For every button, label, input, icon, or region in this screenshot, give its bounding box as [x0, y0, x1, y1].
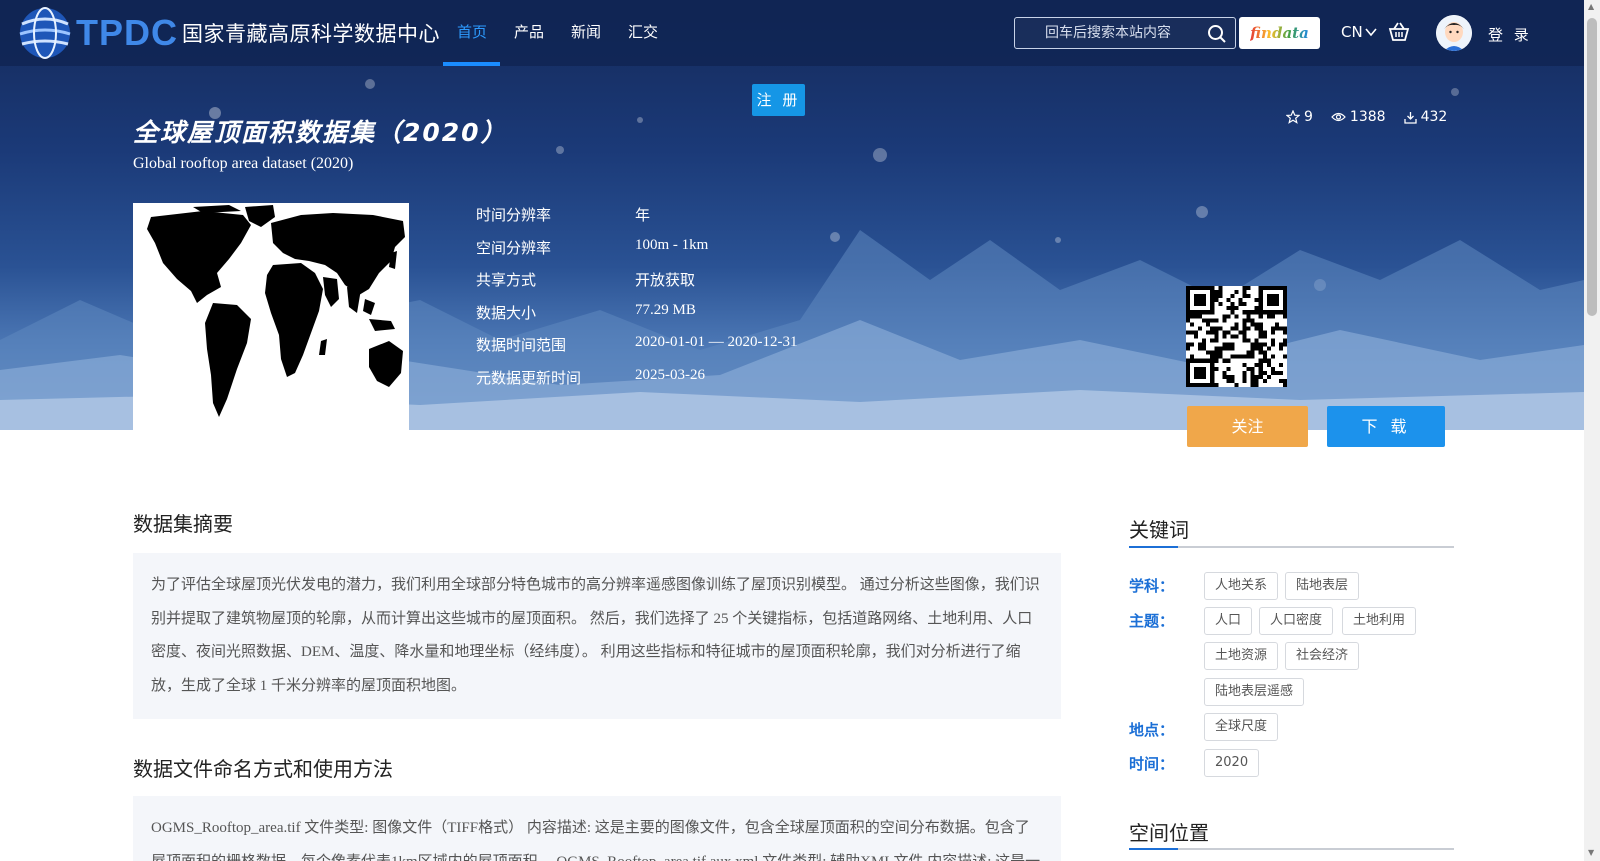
login-link[interactable]: 登 录 — [1488, 24, 1532, 45]
nav-item-submit[interactable]: 汇交 — [628, 21, 658, 42]
location-heading: 空间位置 — [1129, 821, 1209, 845]
basket-icon[interactable] — [1388, 22, 1410, 42]
nav-item-news[interactable]: 新闻 — [571, 21, 601, 42]
file-naming-heading: 数据文件命名方式和使用方法 — [133, 757, 393, 781]
downloads-count: 432 — [1420, 109, 1448, 125]
metadata-value: 开放获取 — [635, 273, 696, 290]
avatar[interactable] — [1436, 15, 1472, 51]
nav-item-products[interactable]: 产品 — [514, 21, 544, 42]
metadata-key: 元数据更新时间 — [476, 368, 582, 387]
abstract-box: 为了评估全球屋顶光伏发电的潜力，我们利用全球部分特色城市的高分辨率遥感图像训练了… — [133, 553, 1061, 719]
register-button[interactable]: 注 册 — [752, 84, 805, 116]
dataset-thumbnail[interactable] — [133, 203, 409, 431]
keyword-tag[interactable]: 陆地表层遥感 — [1204, 678, 1305, 706]
page-scrollbar[interactable]: ▲ ▼ — [1584, 0, 1600, 861]
scroll-up-arrow-icon[interactable]: ▲ — [1588, 2, 1594, 11]
world-map-image — [133, 203, 409, 431]
keywords-divider — [1129, 546, 1454, 548]
scrollbar-thumb[interactable] — [1587, 18, 1597, 316]
search-icon[interactable] — [1207, 24, 1227, 44]
views-stat: 1388 — [1331, 109, 1386, 125]
abstract-text: 为了评估全球屋顶光伏发电的潜力，我们利用全球部分特色城市的高分辨率遥感图像训练了… — [151, 577, 1040, 694]
nav-item-home[interactable]: 首页 — [457, 21, 487, 42]
metadata-key: 空间分辨率 — [476, 238, 552, 257]
keyword-tag[interactable]: 人口密度 — [1259, 607, 1334, 635]
star-icon — [1286, 110, 1300, 124]
file-naming-text: OGMS_Rooftop_area.tif 文件类型: 图像文件（TIFF格式）… — [151, 820, 1040, 861]
keywords-heading: 关键词 — [1129, 518, 1189, 542]
findata-label: findata — [1250, 24, 1309, 42]
metadata-value: 2020-01-01 — 2020-12-31 — [635, 334, 798, 351]
download-button[interactable]: 下 载 — [1327, 406, 1445, 447]
follow-button[interactable]: 关注 — [1187, 406, 1308, 447]
metadata-value: 年 — [635, 208, 651, 224]
site-logo[interactable]: TPDC 国家青藏高原科学数据中心 — [16, 4, 440, 62]
keyword-tag[interactable]: 人地关系 — [1204, 572, 1279, 600]
top-navigation: TPDC 国家青藏高原科学数据中心 首页 产品 新闻 汇交 findata CN — [0, 0, 1584, 66]
stars-count: 9 — [1304, 109, 1313, 125]
logo-name: 国家青藏高原科学数据中心 — [182, 22, 440, 46]
download-icon — [1403, 111, 1417, 124]
metadata-value: 100m - 1km — [635, 236, 709, 253]
keyword-group-label: 主题： — [1129, 612, 1175, 630]
keyword-tag[interactable]: 人口 — [1204, 607, 1253, 635]
qr-code — [1186, 286, 1287, 387]
user-avatar-icon — [1436, 15, 1472, 51]
downloads-stat: 432 — [1403, 109, 1448, 125]
nav-active-indicator — [443, 62, 500, 66]
metadata-value: 2025-03-26 — [635, 366, 705, 383]
search-input[interactable] — [1015, 18, 1205, 48]
findata-button[interactable]: findata — [1239, 17, 1320, 49]
stars-stat[interactable]: 9 — [1286, 109, 1313, 125]
scroll-down-arrow-icon[interactable]: ▼ — [1588, 848, 1594, 857]
metadata-value: 77.29 MB — [635, 301, 696, 318]
keyword-group-label: 学科： — [1129, 577, 1175, 595]
keyword-tag[interactable]: 土地资源 — [1204, 642, 1279, 670]
keyword-group-label: 地点： — [1129, 721, 1175, 739]
chevron-down-icon — [1365, 28, 1377, 37]
language-switcher[interactable]: CN — [1341, 23, 1377, 41]
language-label: CN — [1341, 23, 1363, 41]
metadata-key: 数据大小 — [476, 303, 537, 322]
location-divider — [1129, 848, 1454, 850]
views-count: 1388 — [1349, 109, 1386, 125]
dataset-title-en: Global rooftop area dataset (2020) — [133, 155, 354, 172]
keyword-tag[interactable]: 土地利用 — [1342, 607, 1417, 635]
file-naming-box: OGMS_Rooftop_area.tif 文件类型: 图像文件（TIFF格式）… — [133, 796, 1061, 861]
keyword-group-label: 时间： — [1129, 755, 1175, 773]
logo-abbreviation: TPDC — [76, 12, 178, 53]
dataset-stats: 9 1388 432 — [1286, 109, 1447, 125]
eye-icon — [1331, 112, 1346, 122]
metadata-key: 共享方式 — [476, 271, 537, 290]
keyword-tag[interactable]: 社会经济 — [1285, 642, 1360, 670]
metadata-key: 时间分辨率 — [476, 206, 552, 224]
dataset-title-cn: 全球屋顶面积数据集（2020） — [133, 118, 508, 147]
metadata-key: 数据时间范围 — [476, 336, 567, 355]
keyword-tag[interactable]: 2020 — [1204, 749, 1260, 777]
qr-code-icon — [1186, 286, 1287, 387]
abstract-heading: 数据集摘要 — [133, 512, 233, 536]
keyword-tag[interactable]: 全球尺度 — [1204, 713, 1279, 741]
globe-logo-icon — [19, 7, 71, 59]
keyword-tag[interactable]: 陆地表层 — [1285, 572, 1360, 600]
search-box — [1014, 17, 1236, 49]
